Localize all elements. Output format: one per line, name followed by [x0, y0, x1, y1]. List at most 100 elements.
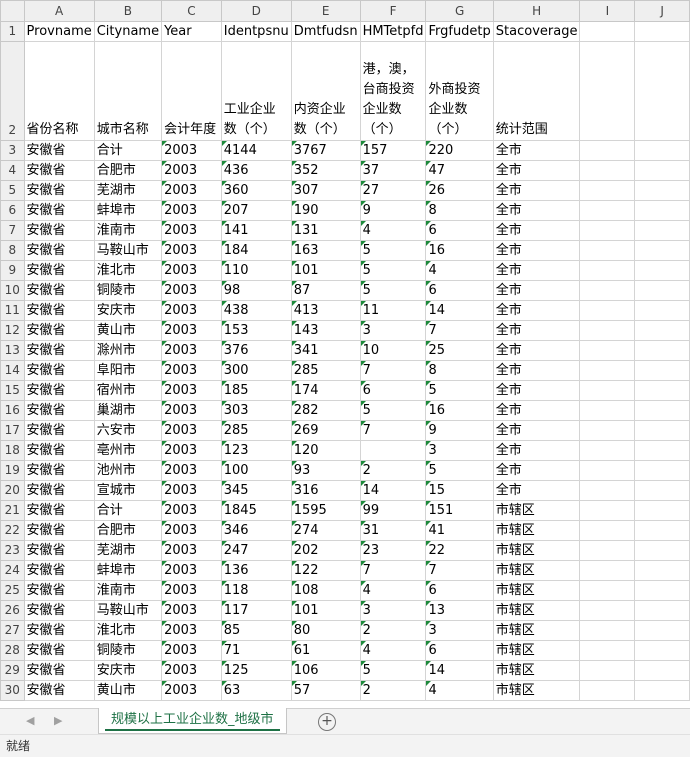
cell[interactable]: 全市	[492, 160, 581, 181]
cell[interactable]	[579, 380, 636, 401]
cell[interactable]	[579, 640, 636, 661]
cell[interactable]: 全市	[492, 260, 581, 281]
cell[interactable]: 2003	[161, 520, 222, 541]
cell[interactable]: 合计	[93, 140, 163, 161]
cell[interactable]	[634, 180, 690, 201]
cell[interactable]: 2003	[161, 580, 222, 601]
column-header-i[interactable]: I	[579, 0, 636, 22]
cell[interactable]: 安徽省	[23, 200, 95, 221]
cell[interactable]: 108	[290, 580, 361, 601]
cell[interactable]: HMTetpfd	[359, 21, 427, 42]
cell[interactable]: 淮北市	[93, 260, 163, 281]
cell[interactable]: 151	[425, 500, 494, 521]
cell[interactable]: 174	[290, 380, 361, 401]
cell[interactable]: 安徽省	[23, 380, 95, 401]
cell[interactable]: Cityname	[93, 21, 163, 42]
cell[interactable]: 9	[359, 200, 427, 221]
cell[interactable]	[634, 280, 690, 301]
cell[interactable]: 安徽省	[23, 300, 95, 321]
cell[interactable]: 85	[220, 620, 292, 641]
cell[interactable]	[634, 600, 690, 621]
cell[interactable]: 合计	[93, 500, 163, 521]
cell[interactable]: 2003	[161, 440, 222, 461]
cell[interactable]: 安徽省	[23, 220, 95, 241]
cell[interactable]: 303	[220, 400, 292, 421]
cell[interactable]: 184	[220, 240, 292, 261]
cell[interactable]: 全市	[492, 480, 581, 501]
cell[interactable]	[579, 500, 636, 521]
row-header[interactable]: 24	[0, 560, 25, 581]
cell[interactable]: 7	[359, 420, 427, 441]
cell[interactable]: 安徽省	[23, 460, 95, 481]
cell[interactable]	[579, 440, 636, 461]
column-header-h[interactable]: H	[492, 0, 581, 22]
cell[interactable]: 安徽省	[23, 620, 95, 641]
cell[interactable]: 190	[290, 200, 361, 221]
cell[interactable]: 安徽省	[23, 680, 95, 701]
cell[interactable]: Identpsnu	[220, 21, 292, 42]
cell[interactable]: 芜湖市	[93, 180, 163, 201]
cell[interactable]: 5	[359, 240, 427, 261]
cell[interactable]: 110	[220, 260, 292, 281]
cell[interactable]: 安徽省	[23, 280, 95, 301]
cell[interactable]: 安徽省	[23, 400, 95, 421]
cell[interactable]: 3	[425, 620, 494, 641]
cell[interactable]: 14	[359, 480, 427, 501]
worksheet-grid[interactable]: A B C D E F G H I J 1 Provname Cityname Year Identpsnu…	[0, 0, 690, 708]
cell[interactable]: 2003	[161, 300, 222, 321]
cell[interactable]: 统计范围	[492, 41, 581, 141]
cell[interactable]: 4	[359, 640, 427, 661]
cell[interactable]: 2003	[161, 660, 222, 681]
cell[interactable]: 6	[425, 580, 494, 601]
cell[interactable]	[579, 21, 636, 42]
cell[interactable]	[634, 480, 690, 501]
cell[interactable]: 141	[220, 220, 292, 241]
cell[interactable]: 5	[359, 280, 427, 301]
cell[interactable]: 7	[425, 560, 494, 581]
cell[interactable]: 2003	[161, 380, 222, 401]
cell[interactable]: 亳州市	[93, 440, 163, 461]
cell[interactable]: 106	[290, 660, 361, 681]
cell[interactable]: 2003	[161, 480, 222, 501]
cell[interactable]: 136	[220, 560, 292, 581]
cell[interactable]: 2003	[161, 620, 222, 641]
cell[interactable]	[579, 680, 636, 701]
cell[interactable]: 123	[220, 440, 292, 461]
row-header[interactable]: 28	[0, 640, 25, 661]
cell[interactable]: 黄山市	[93, 320, 163, 341]
cell[interactable]: 47	[425, 160, 494, 181]
cell[interactable]: 安徽省	[23, 240, 95, 261]
cell[interactable]	[579, 160, 636, 181]
cell[interactable]: 6	[425, 640, 494, 661]
cell[interactable]: 376	[220, 340, 292, 361]
cell[interactable]: 市辖区	[492, 500, 581, 521]
column-header-j[interactable]: J	[634, 0, 690, 22]
cell[interactable]: 安徽省	[23, 640, 95, 661]
cell[interactable]	[634, 360, 690, 381]
cell[interactable]: 4	[425, 680, 494, 701]
cell[interactable]	[359, 440, 427, 461]
cell[interactable]: 3	[359, 320, 427, 341]
row-header[interactable]: 7	[0, 220, 25, 241]
cell[interactable]: 143	[290, 320, 361, 341]
row-header[interactable]: 19	[0, 460, 25, 481]
cell[interactable]: 2003	[161, 220, 222, 241]
cell[interactable]: 163	[290, 240, 361, 261]
cell[interactable]: 内资企业数（个）	[290, 41, 361, 141]
cell[interactable]: 市辖区	[492, 620, 581, 641]
row-header[interactable]: 10	[0, 280, 25, 301]
cell[interactable]: 10	[359, 340, 427, 361]
cell[interactable]: 274	[290, 520, 361, 541]
cell[interactable]	[634, 320, 690, 341]
cell[interactable]: 5	[425, 380, 494, 401]
cell[interactable]: 蚌埠市	[93, 560, 163, 581]
cell[interactable]: 4144	[220, 140, 292, 161]
cell[interactable]: 63	[220, 680, 292, 701]
cell[interactable]: 芜湖市	[93, 540, 163, 561]
cell[interactable]: 300	[220, 360, 292, 381]
cell[interactable]: 市辖区	[492, 600, 581, 621]
row-header[interactable]: 26	[0, 600, 25, 621]
cell[interactable]: 23	[359, 540, 427, 561]
cell[interactable]: 会计年度	[161, 41, 222, 141]
cell[interactable]: 157	[359, 140, 427, 161]
